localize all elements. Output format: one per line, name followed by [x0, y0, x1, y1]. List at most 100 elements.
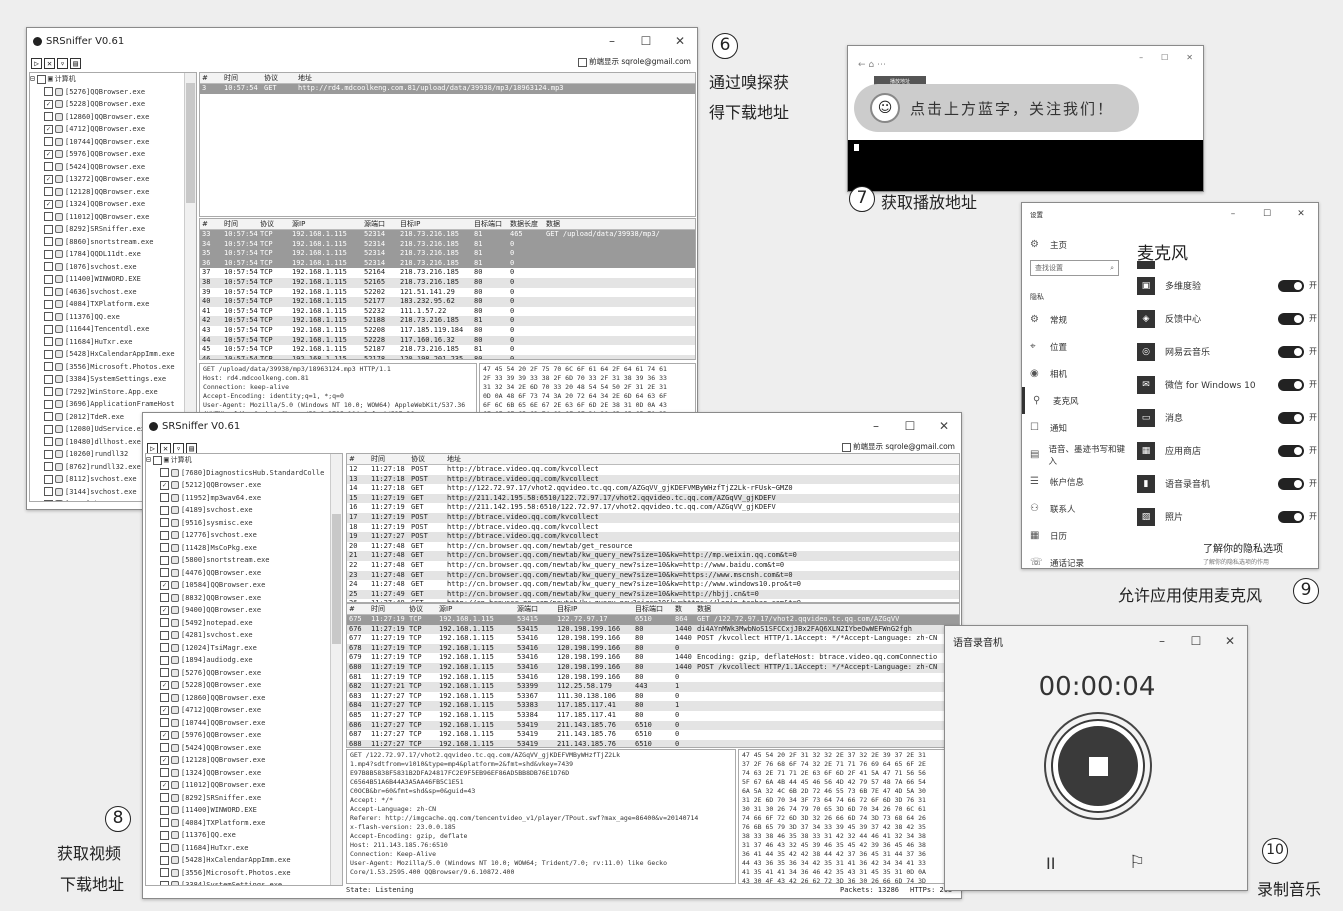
tree-item[interactable]: [11428]MsCoPkg.exe	[146, 542, 342, 555]
process-checkbox[interactable]	[44, 462, 53, 472]
column-header[interactable]: 目标端口	[633, 604, 673, 614]
process-checkbox[interactable]	[160, 818, 169, 828]
tree-item[interactable]: [3696]ApplicationFrameHost	[30, 398, 196, 411]
process-checkbox[interactable]	[160, 843, 169, 853]
nav-item[interactable]: ⚇ 联系人	[1022, 495, 1127, 522]
foreground-option[interactable]: 前端显示 sqrole@gmail.com	[841, 441, 955, 452]
tree-item[interactable]: [11400]WINWORD.EXE	[146, 804, 342, 817]
table-row[interactable]: 679 11:27:19 TCP 192.168.1.115 53416 120.198.…	[347, 653, 959, 663]
tree-item[interactable]: ✓ [13272]QQBrowser.exe	[30, 173, 196, 186]
tree-root[interactable]: ⊟ ▣ 计算机	[30, 73, 196, 86]
nav-back-icon[interactable]: ← ⌂ ⋯	[858, 60, 886, 70]
add-marker-button[interactable]: ⚐	[1129, 852, 1145, 873]
maximize-button[interactable]: ☐	[1179, 634, 1213, 648]
process-checkbox[interactable]	[44, 449, 53, 459]
process-checkbox[interactable]	[160, 668, 169, 678]
process-checkbox[interactable]: ✓	[160, 605, 169, 615]
table-row[interactable]: 18 11:27:19 POST http://btrace.video.qq.com…	[347, 523, 959, 533]
tree-item[interactable]: [5428]HxCalendarAppImm.exe	[146, 854, 342, 867]
process-checkbox[interactable]	[160, 555, 169, 565]
table-row[interactable]: 682 11:27:21 TCP 192.168.1.115 53399 112.25.5…	[347, 682, 959, 692]
tree-item[interactable]: ✓ [10584]QQBrowser.exe	[146, 579, 342, 592]
table-row[interactable]: 683 11:27:27 TCP 192.168.1.115 53367 111.30.1…	[347, 692, 959, 702]
tree-item[interactable]: [5800]snortstream.exe	[146, 554, 342, 567]
process-checkbox[interactable]	[44, 287, 53, 297]
tree-item[interactable]: [4189]svchost.exe	[146, 504, 342, 517]
tree-item[interactable]: [11952]mp3wav64.exe	[146, 492, 342, 505]
tree-item[interactable]: [4636]svchost.exe	[30, 286, 196, 299]
start-capture-icon[interactable]: ▷	[147, 442, 158, 454]
tree-item[interactable]: [5424]QQBrowser.exe	[146, 742, 342, 755]
filter-icon[interactable]: ▿	[173, 442, 184, 454]
table-row[interactable]: 681 11:27:19 TCP 192.168.1.115 53416 120.198.…	[347, 673, 959, 683]
table-row[interactable]: 41 10:57:54 TCP 192.168.1.115 52232 111.1.57.…	[200, 307, 695, 317]
tree-item[interactable]: [1784]QQDL11dt.exe	[30, 248, 196, 261]
tree-item[interactable]: [11012]QQBrowser.exe	[30, 211, 196, 224]
tree-item[interactable]: [5492]notepad.exe	[146, 617, 342, 630]
process-checkbox[interactable]: ✓	[44, 124, 53, 134]
process-checkbox[interactable]: ✓	[44, 174, 53, 184]
tree-item[interactable]: ✓ [5228]QQBrowser.exe	[146, 679, 342, 692]
table-row[interactable]: 686 11:27:27 TCP 192.168.1.115 53419 211.143.…	[347, 720, 959, 731]
process-checkbox[interactable]	[44, 337, 53, 347]
table-row[interactable]: 22 11:27:48 GET http://cn.browser.qq.com/ne…	[347, 561, 959, 571]
process-checkbox[interactable]	[44, 112, 53, 122]
process-checkbox[interactable]: ✓	[44, 99, 53, 109]
privacy-options-link[interactable]: 了解你的隐私选项	[1203, 540, 1283, 555]
stop-capture-icon[interactable]: ✕	[44, 57, 55, 69]
process-checkbox[interactable]	[160, 880, 169, 885]
permission-toggle[interactable]	[1278, 444, 1304, 457]
table-row[interactable]: 25 11:27:49 GET http://cn.browser.qq.com/ne…	[347, 589, 959, 600]
minimize-button[interactable]: –	[1139, 53, 1143, 62]
table-row[interactable]: 3 10:57:54 GET http://rd4.mdcoolkeng.com.81…	[200, 84, 695, 94]
tree-item[interactable]: [3384]SystemSettings.exe	[30, 373, 196, 386]
table-row[interactable]: 35 10:57:54 TCP 192.168.1.115 52314 218.73.21…	[200, 249, 695, 259]
column-header[interactable]: 源端口	[362, 219, 398, 229]
nav-item[interactable]: ▦ 日历	[1022, 522, 1127, 549]
table-row[interactable]: 14 11:27:18 GET http://122.72.97.17/vhot2.q…	[347, 484, 959, 494]
tree-root-checkbox[interactable]	[36, 74, 46, 84]
start-capture-icon[interactable]: ▷	[31, 57, 42, 69]
table-row[interactable]: 687 11:27:27 TCP 192.168.1.115 53419 211.143.…	[347, 730, 959, 740]
process-checkbox[interactable]	[44, 87, 53, 97]
permission-toggle[interactable]	[1278, 345, 1304, 358]
table-row[interactable]: 21 11:27:48 GET http://cn.browser.qq.com/ne…	[347, 551, 959, 561]
maximize-button[interactable]: ☐	[629, 34, 663, 48]
process-checkbox[interactable]	[160, 593, 169, 603]
process-checkbox[interactable]	[160, 618, 169, 628]
tree-root[interactable]: ⊟ ▣ 计算机	[146, 454, 342, 467]
tree-item[interactable]: [4281]svchost.exe	[146, 629, 342, 642]
column-header[interactable]: 数	[673, 604, 695, 614]
column-header[interactable]: 时间	[369, 604, 407, 614]
permission-toggle[interactable]	[1278, 312, 1304, 325]
column-header[interactable]: 数据	[695, 604, 957, 614]
column-header[interactable]: 协议	[262, 73, 296, 83]
column-header[interactable]: 地址	[445, 454, 955, 464]
process-checkbox[interactable]: ✓	[160, 680, 169, 690]
process-checkbox[interactable]	[44, 412, 53, 422]
column-header[interactable]: 数据长度	[508, 219, 544, 229]
process-checkbox[interactable]	[44, 474, 53, 484]
permission-toggle[interactable]	[1278, 477, 1304, 490]
table-row[interactable]: 44 10:57:54 TCP 192.168.1.115 52228 117.160.1…	[200, 335, 695, 346]
process-checkbox[interactable]	[160, 505, 169, 515]
column-header[interactable]: 源端口	[515, 604, 555, 614]
nav-home[interactable]: ⚙ 主页	[1022, 231, 1127, 258]
tree-item[interactable]: [12128]QQBrowser.exe	[30, 186, 196, 199]
permission-toggle[interactable]	[1278, 411, 1304, 424]
tree-item[interactable]: [11684]HuTxr.exe	[30, 336, 196, 349]
tree-item[interactable]: [8860]snortstream.exe	[30, 236, 196, 249]
tree-item[interactable]: ✓ [1324]QQBrowser.exe	[30, 198, 196, 211]
table-row[interactable]: 20 11:27:48 GET http://cn.browser.qq.com/ne…	[347, 542, 959, 552]
minimize-button[interactable]: –	[595, 34, 629, 48]
process-checkbox[interactable]	[44, 437, 53, 447]
close-button[interactable]: ✕	[1284, 209, 1318, 219]
permission-toggle[interactable]	[1278, 510, 1304, 523]
column-header[interactable]: 协议	[258, 219, 290, 229]
tree-item[interactable]: [1076]svchost.exe	[30, 261, 196, 274]
column-header[interactable]: 协议	[407, 604, 437, 614]
tree-item[interactable]: [5276]QQBrowser.exe	[30, 86, 196, 99]
process-checkbox[interactable]	[160, 630, 169, 640]
tree-item[interactable]: ✓ [4712]QQBrowser.exe	[146, 704, 342, 717]
process-checkbox[interactable]	[44, 162, 53, 172]
